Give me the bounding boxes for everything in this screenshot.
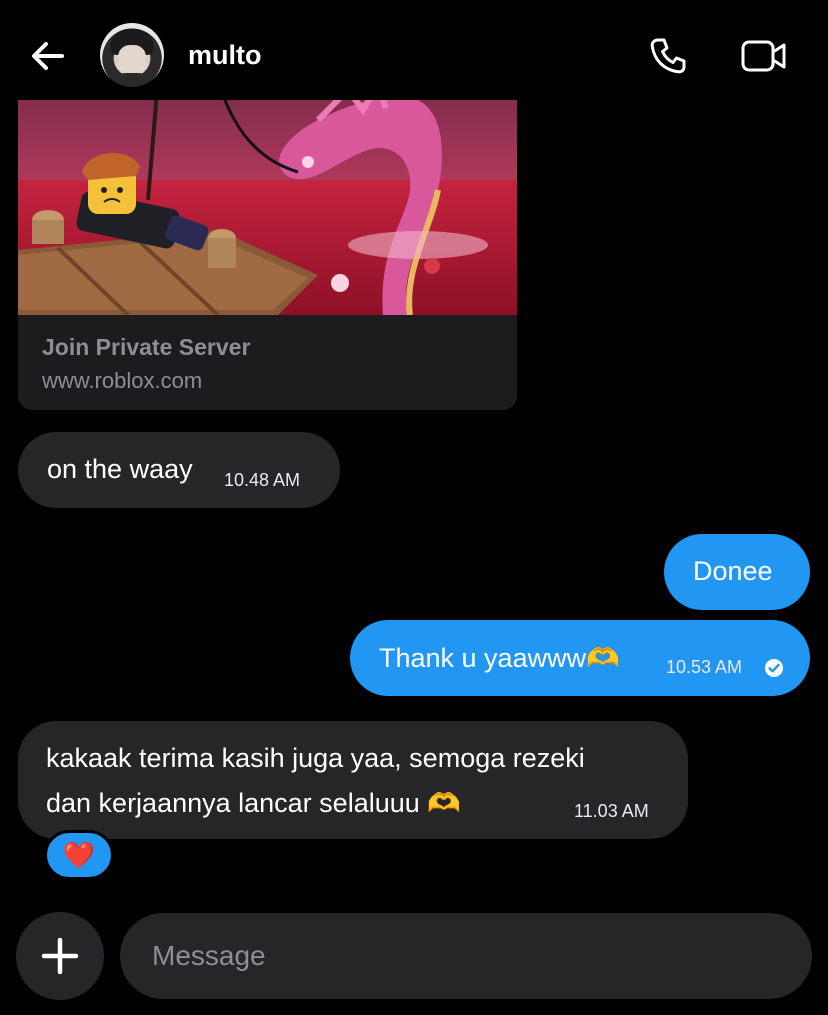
message-text: Thank u yaawww🫶 bbox=[379, 643, 620, 673]
video-call-button[interactable] bbox=[740, 36, 788, 76]
link-url: www.roblox.com bbox=[42, 368, 203, 393]
message-input[interactable] bbox=[120, 913, 812, 999]
back-button[interactable] bbox=[28, 36, 68, 76]
read-check-icon bbox=[765, 659, 783, 677]
message-text: on the waay bbox=[47, 454, 193, 484]
message-timestamp: 11.03 AM bbox=[574, 801, 649, 821]
message-bubble-outgoing[interactable]: Donee bbox=[664, 534, 810, 610]
message-text: Donee bbox=[693, 556, 773, 586]
contact-name[interactable]: multo bbox=[188, 40, 262, 71]
chat-header: multo bbox=[0, 0, 828, 100]
add-attachment-button[interactable] bbox=[16, 912, 104, 1000]
message-bubble-outgoing[interactable]: Thank u yaawww🫶 10.53 AM bbox=[350, 620, 810, 696]
message-bubble-incoming[interactable]: on the waay 10.48 AM bbox=[18, 432, 340, 508]
link-preview-image bbox=[18, 80, 517, 315]
link-title: Join Private Server bbox=[42, 334, 251, 360]
plus-icon bbox=[41, 937, 79, 975]
message-bubble-incoming[interactable]: kakaak terima kasih juga yaa, semoga rez… bbox=[18, 721, 688, 839]
voice-call-button[interactable] bbox=[646, 34, 690, 78]
avatar-face bbox=[118, 45, 146, 75]
shared-link-card[interactable]: Join Private Server www.roblox.com bbox=[18, 80, 517, 410]
message-text-line-2: dan kerjaannya lancar selaluuu 🫶 bbox=[46, 788, 461, 818]
avatar[interactable] bbox=[100, 23, 164, 87]
message-timestamp: 10.48 AM bbox=[224, 470, 301, 490]
phone-icon bbox=[650, 38, 686, 74]
avatar-shirt bbox=[106, 73, 158, 87]
heart-icon: ❤️ bbox=[62, 840, 96, 870]
arrow-left-icon bbox=[32, 42, 64, 70]
video-camera-icon bbox=[741, 40, 786, 72]
message-timestamp: 10.53 AM bbox=[666, 657, 743, 677]
message-text-line-1: kakaak terima kasih juga yaa, semoga rez… bbox=[46, 743, 585, 773]
heart-reaction[interactable]: ❤️ bbox=[44, 830, 114, 880]
